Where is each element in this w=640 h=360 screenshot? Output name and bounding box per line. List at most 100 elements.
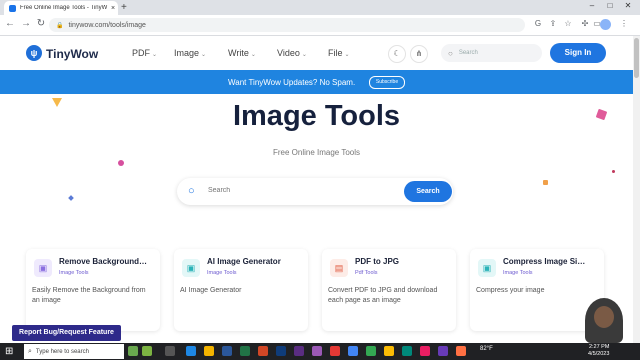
lock-icon: 🔒 [56,22,64,29]
scrollbar[interactable] [633,36,640,346]
tool-card-category: Pdf Tools [355,270,378,276]
tab-title: Free Online Image Tools - TinyW [20,5,108,11]
chevron-down-icon: ⌄ [201,52,207,58]
weather-indicator[interactable]: 82°F [480,346,493,352]
menu-pdf[interactable]: PDF ⌄ [132,48,157,58]
sign-in-button[interactable]: Sign In [550,43,606,63]
search-icon: ⌕ [28,347,32,355]
banner-text: Want TinyWow Updates? No Spam. [228,78,356,87]
favicon-icon [9,4,16,12]
bookmark-star-icon[interactable]: ☆ [563,19,573,29]
decor-diamond-icon [68,195,74,201]
google-icon[interactable]: G [533,19,543,29]
webcam-overlay [585,298,623,343]
tool-card-category: Image Tools [503,270,533,276]
tool-card-description: AI Image Generator [180,287,242,294]
page-title: Image Tools [232,100,401,132]
explorer-icon[interactable] [204,346,214,356]
tool-card-description: Easily Remove the Background from an ima… [32,287,146,304]
tool-card-description: Convert PDF to JPG and download each pag… [328,287,438,304]
url-text: tinywow.com/tools/image [68,21,146,29]
share-page-icon[interactable]: ⇪ [548,19,558,29]
app-icon[interactable] [420,346,430,356]
taskbar-search[interactable]: ⌕ Type here to search [24,344,124,359]
new-tab-button[interactable]: + [121,2,127,13]
tool-card-category: Image Tools [207,270,237,276]
logo-text[interactable]: TinyWow [46,47,98,61]
dark-mode-toggle-icon[interactable]: ☾ [388,45,406,63]
hero-search-button[interactable]: Search [404,181,452,202]
profile-avatar[interactable] [600,19,611,30]
decor-dot-icon [118,160,124,166]
header-search[interactable]: ○ Search [441,44,542,62]
menu-video-label: Video [277,48,300,58]
image-icon: ▣ [478,259,496,277]
menu-video[interactable]: Video ⌄ [277,48,307,58]
decor-dot-icon [612,170,615,173]
header-search-placeholder: Search [458,50,478,56]
taskbar-app-icon[interactable] [128,346,138,356]
taskbar-app-icon[interactable] [142,346,152,356]
tool-card-remove-background[interactable]: ▣ Remove Background… Image Tools Easily … [26,249,160,331]
menu-image-label: Image [174,48,200,58]
menu-write[interactable]: Write ⌄ [228,48,256,58]
tool-card-title: Remove Background… [59,257,148,266]
menu-write-label: Write [228,48,249,58]
back-icon[interactable]: ← [4,18,16,29]
chevron-down-icon: ⌄ [344,52,350,58]
app-icon[interactable] [438,346,448,356]
chevron-down-icon: ⌄ [301,52,307,58]
image-icon: ▣ [182,259,200,277]
excel-icon[interactable] [240,346,250,356]
decor-square-icon [543,180,548,185]
app-icon[interactable] [456,346,466,356]
hero-search-input[interactable] [206,186,400,195]
menu-image[interactable]: Image ⌄ [174,48,206,58]
photoshop-icon[interactable] [276,346,286,356]
menu-file-label: File [328,48,343,58]
tool-card-ai-image-generator[interactable]: ▣ AI Image Generator Image Tools AI Imag… [174,249,308,331]
aftereffects-icon[interactable] [312,346,322,356]
image-icon: ▣ [34,259,52,277]
extensions-icon[interactable]: ✣ [580,19,590,29]
logo-icon[interactable]: ψ [26,45,42,61]
menu-pdf-label: PDF [132,48,150,58]
tool-card-title: AI Image Generator [207,257,281,266]
scrollbar-thumb[interactable] [634,38,639,78]
premiere-icon[interactable] [294,346,304,356]
close-window-button[interactable]: ✕ [619,1,637,10]
word-icon[interactable] [222,346,232,356]
browser-menu-icon[interactable]: ⋮ [619,19,629,29]
tool-card-pdf-to-jpg[interactable]: ▤ PDF to JPG Pdf Tools Convert PDF to JP… [322,249,456,331]
edge-icon[interactable] [186,346,196,356]
tool-card-compress-image[interactable]: ▣ Compress Image Si… Image Tools Compres… [470,249,604,331]
page-subtitle: Free Online Image Tools [272,148,360,157]
taskbar-clock[interactable]: 2:27 PM 4/5/2023 [588,344,609,358]
reload-icon[interactable]: ↻ [35,18,47,29]
forward-icon[interactable]: → [20,18,32,29]
browser-tab[interactable]: Free Online Image Tools - TinyW × [4,1,118,15]
report-bug-button[interactable]: Report Bug/Request Feature [12,325,121,341]
app-icon[interactable] [366,346,376,356]
subscribe-button[interactable]: Subscribe [369,76,405,89]
tool-card-description: Compress your image [476,287,545,294]
windows-start-icon[interactable]: ⊞ [5,346,13,357]
app-icon[interactable] [384,346,394,356]
close-tab-icon[interactable]: × [108,5,118,12]
pdf-icon: ▤ [330,259,348,277]
menu-file[interactable]: File ⌄ [328,48,350,58]
chevron-down-icon: ⌄ [250,52,256,58]
task-view-icon[interactable] [165,346,175,356]
minimize-button[interactable]: – [583,1,601,10]
chevron-down-icon: ⌄ [152,52,158,58]
search-icon: ○ [188,185,195,197]
clock-date: 4/5/2023 [588,351,610,357]
app-icon[interactable] [330,346,340,356]
search-icon: ○ [448,48,453,58]
app-icon[interactable] [402,346,412,356]
chrome-icon[interactable] [348,346,358,356]
maximize-button[interactable]: □ [601,1,619,10]
share-icon[interactable]: ⋔ [410,45,428,63]
address-bar[interactable]: 🔒 tinywow.com/tools/image [49,18,525,32]
powerpoint-icon[interactable] [258,346,268,356]
